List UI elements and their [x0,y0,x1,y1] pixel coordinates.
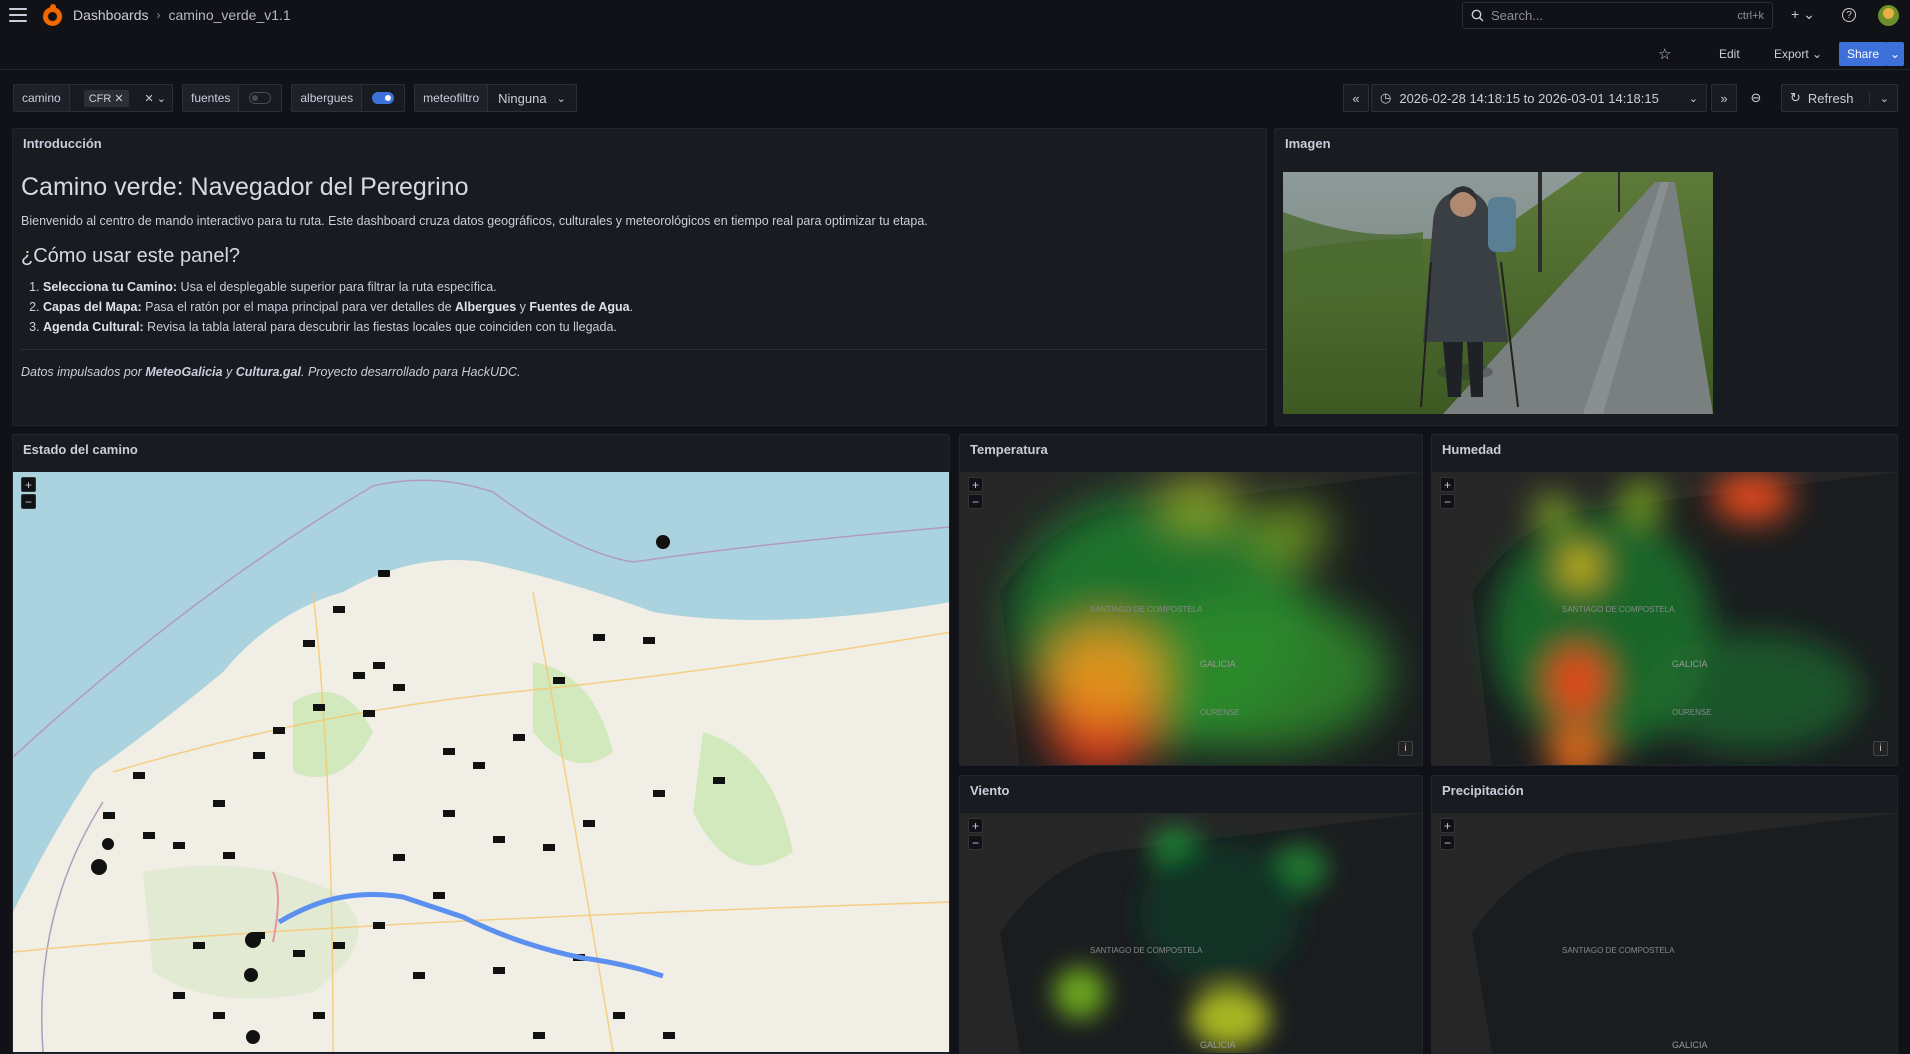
clear-chevron-icon[interactable]: ✕ ⌄ [145,92,167,105]
edit-button[interactable]: Edit [1719,42,1740,66]
humidity-heatmap[interactable]: SANTIAGO DE COMPOSTELA GALICIA OURENSE [1432,472,1898,766]
export-button[interactable]: Export ⌄ [1774,42,1822,66]
zoom-out-button[interactable]: − [1440,494,1455,509]
search-input[interactable]: Search... ctrl+k [1462,2,1773,29]
intro-panel: Introducción Camino verde: Navegador del… [12,128,1267,426]
albergues-toggle[interactable] [372,92,395,104]
zoom-in-button[interactable]: + [1440,818,1455,833]
avatar[interactable] [1878,5,1899,26]
zoom-out-time-icon[interactable]: ⊖ [1743,84,1769,112]
heatmap-panel-viento: Viento SANTIAGO DE COMPOSTELA GALICIA + − [959,775,1423,1054]
image-panel: Imagen [1274,128,1898,426]
map-label-santiago: SANTIAGO DE COMPOSTELA [1562,946,1675,955]
time-back-button[interactable]: « [1343,84,1369,112]
map-label-galicia: GALICIA [1672,659,1708,669]
variable-fuentes[interactable]: fuentes [182,84,283,112]
search-icon [1471,9,1484,22]
map-zoom-controls: + − [968,477,983,509]
top-navigation-bar: Dashboards › camino_verde_v1.1 Search...… [0,0,1910,31]
map-label-galicia: GALICIA [1672,1040,1708,1050]
breadcrumb-dashboards[interactable]: Dashboards [73,7,149,23]
star-icon[interactable]: ☆ [1658,42,1671,66]
camino-map[interactable] [13,472,950,1052]
share-dropdown-chevron-icon[interactable]: ⌄ [1886,42,1905,66]
temperature-heatmap[interactable]: SANTIAGO DE COMPOSTELA GALICIA OURENSE [960,472,1423,766]
zoom-in-button[interactable]: + [968,818,983,833]
zoom-out-button[interactable]: − [968,494,983,509]
map-zoom-controls: + − [1440,818,1455,850]
variables-bar: camino CFR ✕ ✕ ⌄ fuentes albergues meteo… [13,84,577,112]
heatmap-panel-humedad: Humedad SANTIAGO DE COMPOSTELA GALICIA O… [1431,434,1898,766]
intro-subheading: ¿Cómo usar este panel? [21,245,241,267]
chevron-down-icon: ⌄ [1688,92,1698,105]
heatmap-panel-temperatura: Temperatura SANTIAGO DE COMPOSTELA GALIC… [959,434,1423,766]
chevrons-left-icon: « [1352,90,1360,106]
precipitation-heatmap[interactable]: SANTIAGO DE COMPOSTELA GALICIA [1432,813,1898,1053]
breadcrumb: Dashboards › camino_verde_v1.1 [73,7,291,23]
refresh-interval-chevron-icon[interactable]: ⌄ [1868,91,1889,105]
chevron-down-icon: ⌄ [556,92,566,105]
variable-albergues[interactable]: albergues [291,84,406,112]
panel-title: Introducción [23,136,102,151]
map-label-santiago: SANTIAGO DE COMPOSTELA [1090,605,1203,614]
map-zoom-controls: + − [21,477,36,509]
variable-camino[interactable]: camino CFR ✕ ✕ ⌄ [13,84,173,112]
panel-title: Estado del camino [23,442,138,457]
list-item: Selecciona tu Camino: Usa el desplegable… [43,277,633,297]
plus-icon[interactable]: + ⌄ [1791,6,1815,23]
pilgrim-photo [1283,172,1713,414]
map-zoom-controls: + − [1440,477,1455,509]
share-button[interactable]: Share [1839,42,1888,66]
map-zoom-controls: + − [968,818,983,850]
heatmap-panel-precipitacion: Precipitación SANTIAGO DE COMPOSTELA GAL… [1431,775,1898,1054]
breadcrumb-current: camino_verde_v1.1 [168,7,291,23]
info-icon[interactable]: i [1873,741,1888,756]
list-item: Agenda Cultural: Revisa la tabla lateral… [43,317,633,337]
map-label-ourense: OURENSE [1672,708,1712,717]
map-label-ourense: OURENSE [1200,708,1240,717]
map-label-galicia: GALICIA [1200,659,1236,669]
map-label-santiago: SANTIAGO DE COMPOSTELA [1090,946,1203,955]
zoom-out-button[interactable]: − [968,835,983,850]
zoom-out-button[interactable]: − [21,494,36,509]
chevrons-right-icon: » [1720,90,1728,106]
help-icon[interactable]: ? [1842,8,1856,22]
menu-icon[interactable] [9,8,27,22]
map-panel: Estado del camino + − [12,434,950,1054]
grafana-logo-icon[interactable] [42,4,63,26]
panel-title: Humedad [1442,442,1502,457]
map-label-galicia: GALICIA [1200,1040,1236,1050]
intro-footer: Datos impulsados por MeteoGalicia y Cult… [21,365,521,379]
panel-title: Precipitación [1442,783,1524,798]
variable-meteofiltro[interactable]: meteofiltro Ninguna ⌄ [414,84,577,112]
divider [21,349,1266,350]
dashboard-toolbar [0,31,1910,70]
zoom-out-button[interactable]: − [1440,835,1455,850]
zoom-in-button[interactable]: + [968,477,983,492]
info-icon[interactable]: i [1398,741,1413,756]
refresh-button[interactable]: ↻ Refresh ⌄ [1781,84,1898,112]
camino-chip[interactable]: CFR ✕ [83,89,129,107]
zoom-in-button[interactable]: + [21,477,36,492]
intro-heading: Camino verde: Navegador del Peregrino [21,173,469,201]
wind-heatmap[interactable]: SANTIAGO DE COMPOSTELA GALICIA [960,813,1423,1053]
zoom-in-button[interactable]: + [1440,477,1455,492]
intro-paragraph: Bienvenido al centro de mando interactiv… [21,214,928,228]
time-forward-button[interactable]: » [1711,84,1737,112]
fuentes-toggle[interactable] [249,92,272,104]
panel-title: Viento [970,783,1010,798]
intro-steps-list: Selecciona tu Camino: Usa el desplegable… [43,277,633,337]
chevron-right-icon: › [156,8,161,22]
clock-icon: ◷ [1380,90,1392,105]
panel-title: Temperatura [970,442,1048,457]
panel-title: Imagen [1285,136,1331,151]
list-item: Capas del Mapa: Pasa el ratón por el map… [43,297,633,317]
map-label-santiago: SANTIAGO DE COMPOSTELA [1562,605,1675,614]
time-range-picker[interactable]: ◷ 2026-02-28 14:18:15 to 2026-03-01 14:1… [1371,84,1707,112]
refresh-icon: ↻ [1790,90,1801,105]
